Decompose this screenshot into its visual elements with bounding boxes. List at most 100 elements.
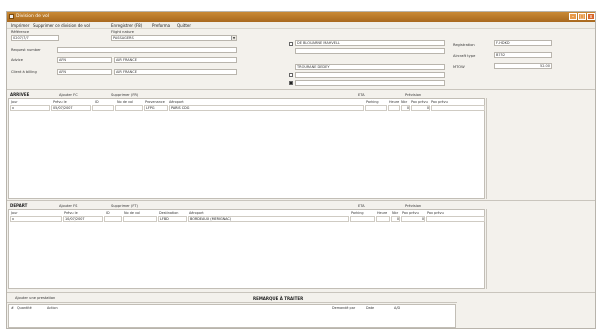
column-header: Pax prévu [411, 100, 428, 104]
arrival-heure-cell[interactable] [388, 105, 400, 111]
departure-add-button[interactable]: Ajouter FS [59, 204, 77, 208]
arrival-prevision-label: Prévision [405, 93, 422, 97]
column-header: Aéroport [189, 211, 204, 215]
arrival-pax2-cell[interactable] [431, 105, 485, 111]
reference-field[interactable]: 0207/7/7 [11, 35, 59, 41]
column-header: No de vol [124, 211, 141, 215]
maximize-button[interactable]: □ [578, 13, 586, 20]
column-header: Provenance [145, 100, 165, 104]
request-number-field[interactable] [57, 47, 237, 53]
flight-nature-value: PASSAGERS [113, 36, 134, 40]
arrival-jour-cell[interactable]: x [10, 105, 50, 111]
column-header: Pax prévu [402, 211, 419, 215]
column-header: Parking [351, 211, 364, 215]
departure-side-panel [486, 209, 595, 289]
registration-field[interactable]: F-HDKD [494, 40, 552, 46]
add-service-button[interactable]: Ajouter une prestation [15, 296, 55, 300]
menu-delete-division[interactable]: Supprimer ce division de vol [33, 23, 90, 28]
crew-field-5[interactable] [295, 80, 445, 86]
crew-field-4[interactable] [295, 72, 445, 78]
menu-bar: Imprimer Supprimer ce division de vol En… [7, 22, 595, 29]
main-window: Division de vol – □ x Imprimer Supprimer… [6, 11, 596, 329]
remarks-title: REMARQUE À TRAITER [253, 296, 304, 301]
departure-grid: Jour Prévu le ID No de vol Destination A… [8, 209, 485, 289]
aircraft-type-label: Aircraft type [453, 54, 476, 58]
crew-field-3[interactable]: TROURANE DEDEY [295, 64, 445, 70]
column-header: Action [47, 306, 58, 310]
arrival-add-button[interactable]: Ajouter FC [59, 93, 78, 97]
column-header: Prévu le [53, 100, 67, 104]
arrival-airport-cell[interactable]: PARIS CDG [169, 105, 364, 111]
departure-jour-cell[interactable]: x [10, 216, 62, 222]
column-header: Date [366, 306, 375, 310]
departure-pax2-cell[interactable] [426, 216, 485, 222]
departure-heure-cell[interactable] [376, 216, 390, 222]
departure-airport-cell[interactable]: BORDEAUX (MERIGNAC) [188, 216, 349, 222]
divider [7, 200, 595, 201]
column-header: # [11, 306, 14, 310]
advice-code-field[interactable]: AFN [57, 57, 112, 63]
column-header: Nbr [392, 211, 399, 215]
departure-prevision-label: Prévision [405, 204, 422, 208]
column-header: Pax prévu [427, 211, 444, 215]
column-header: Destination [159, 211, 179, 215]
billing-code-field[interactable]: AFN [57, 69, 112, 75]
aircraft-type-field[interactable]: B752 [494, 52, 552, 58]
column-header: No de vol [117, 100, 134, 104]
arrival-pax-cell[interactable]: 0 [411, 105, 430, 111]
column-header: Heure [377, 211, 388, 215]
departure-pax-cell[interactable]: 0 [401, 216, 425, 222]
billing-name-field[interactable]: AIR FRANCE [114, 69, 237, 75]
column-header: Heure [389, 100, 400, 104]
crew-checkbox-4[interactable] [289, 73, 293, 77]
window-title: Division de vol [16, 14, 49, 19]
menu-print[interactable]: Imprimer [11, 23, 29, 28]
request-number-label: Request number [11, 48, 41, 52]
flight-nature-select[interactable]: PASSAGERS ▼ [111, 35, 237, 41]
departure-date-cell[interactable]: 10/07/2007 [63, 216, 103, 222]
remarks-grid: # Quantité Action Demandé par Date A/D [8, 304, 456, 328]
advice-name-field[interactable]: AIR FRANCE [114, 57, 237, 63]
arrival-parking-cell[interactable] [365, 105, 387, 111]
minimize-button[interactable]: – [569, 13, 577, 20]
arrival-flight-cell[interactable] [115, 105, 143, 111]
menu-preforma[interactable]: Preforma [152, 23, 170, 28]
departure-delete-button[interactable]: Supprimer (FT) [111, 204, 138, 208]
mtow-field[interactable]: 52.00 [494, 63, 552, 69]
crew-field-2[interactable] [295, 48, 445, 54]
title-bar[interactable]: Division de vol – □ x [7, 12, 595, 22]
app-icon [9, 14, 14, 19]
column-header: Prévu le [64, 211, 78, 215]
divider [7, 292, 595, 293]
departure-flight-cell[interactable] [123, 216, 157, 222]
departure-nbr-cell[interactable]: 0 [391, 216, 400, 222]
column-header: Pax prévu [431, 100, 448, 104]
divider [7, 302, 457, 303]
chevron-down-icon[interactable]: ▼ [231, 36, 236, 40]
divider [7, 89, 595, 90]
crew-checkbox-1[interactable] [289, 42, 293, 46]
column-header: Parking [366, 100, 379, 104]
arrival-nbr-cell[interactable]: 0 [401, 105, 410, 111]
crew-field-1[interactable]: DE BLOUARNE MAHVELL [295, 40, 445, 46]
departure-id-cell[interactable] [104, 216, 122, 222]
departure-eta-label: ETA [358, 204, 365, 208]
arrival-provenance-cell[interactable]: LFPG [144, 105, 168, 111]
menu-quit[interactable]: Quitter [177, 23, 191, 28]
close-button[interactable]: x [587, 13, 595, 20]
arrival-date-cell[interactable]: 05/07/2007 [51, 105, 91, 111]
reference-label: Référence [11, 30, 30, 34]
column-header: A/D [394, 306, 401, 310]
column-header: Demandé par [332, 306, 356, 310]
departure-parking-cell[interactable] [350, 216, 375, 222]
arrival-id-cell[interactable] [92, 105, 114, 111]
arrival-delete-button[interactable]: Supprimer (FR) [111, 93, 138, 97]
departure-section-title: DEPART [10, 203, 28, 208]
crew-checkbox-5[interactable] [289, 81, 293, 85]
menu-save[interactable]: Enregistrer (F8) [111, 23, 142, 28]
arrival-eta-label: ETA [358, 93, 365, 97]
advice-label: Advice [11, 58, 23, 62]
departure-destination-cell[interactable]: LFBD [158, 216, 187, 222]
arrival-side-panel [486, 98, 595, 199]
flight-nature-label: Flight nature [111, 30, 134, 34]
